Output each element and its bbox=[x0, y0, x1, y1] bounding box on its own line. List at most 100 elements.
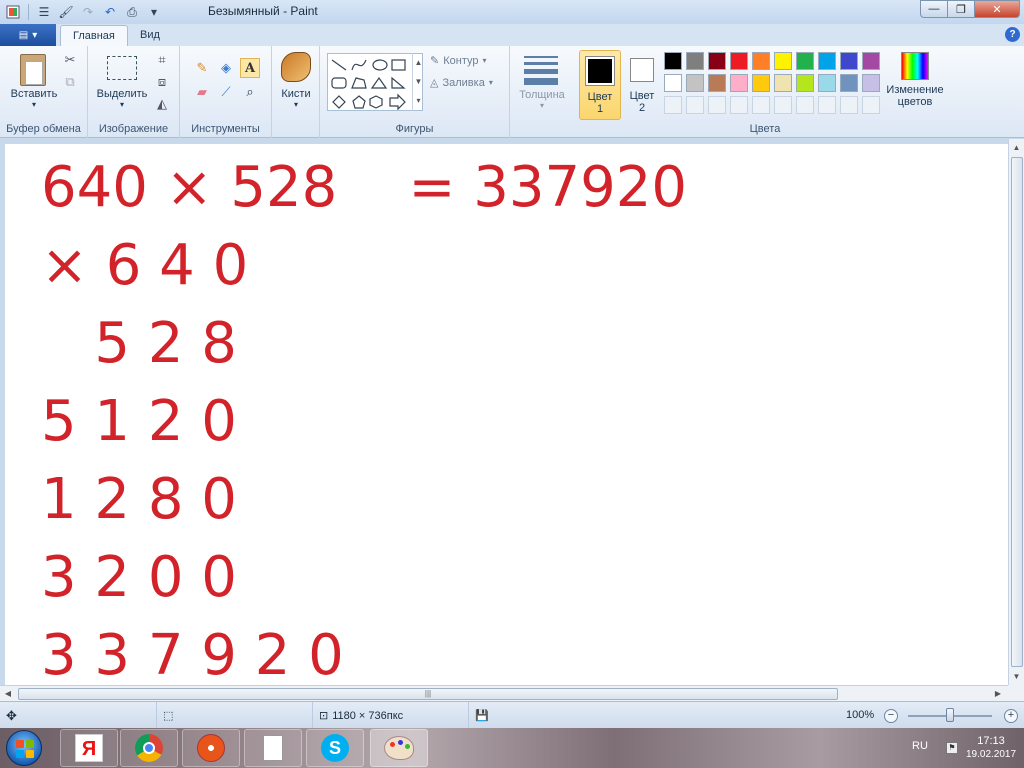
palette-swatch[interactable] bbox=[708, 52, 726, 70]
taskbar-media-player[interactable] bbox=[182, 729, 240, 767]
app-menu-button[interactable]: ▤ ▾ bbox=[0, 24, 56, 46]
canvas-text-line: 5 2 8 bbox=[41, 311, 237, 376]
palette-swatch[interactable] bbox=[840, 52, 858, 70]
scissors-icon[interactable]: ✂ bbox=[60, 50, 80, 70]
brush-dropdown-icon[interactable]: 🖌 bbox=[57, 3, 75, 21]
palette-swatch[interactable] bbox=[796, 74, 814, 92]
palette-swatch[interactable] bbox=[774, 52, 792, 70]
horizontal-scrollbar[interactable]: ◀ ||| ▶ bbox=[0, 685, 1008, 701]
zoom-in-button[interactable]: + bbox=[1004, 709, 1018, 723]
clock[interactable]: 17:13 19.02.2017 bbox=[966, 734, 1016, 762]
custom-color-slot[interactable] bbox=[686, 96, 704, 114]
minimize-button[interactable]: — bbox=[920, 0, 947, 18]
fill-dropdown[interactable]: ◬ Заливка ▾ bbox=[430, 76, 493, 90]
print-icon[interactable]: ⎙ bbox=[123, 3, 141, 21]
qat-customize-icon[interactable]: ▾ bbox=[145, 3, 163, 21]
crop-icon[interactable]: ⌗ bbox=[152, 50, 172, 70]
scroll-left-icon[interactable]: ◀ bbox=[0, 686, 16, 702]
vertical-scrollbar[interactable]: ▲ ▼ bbox=[1008, 139, 1024, 685]
chevron-down-icon: ▾ bbox=[31, 100, 36, 109]
pencil-icon[interactable]: ✎ bbox=[192, 58, 212, 78]
custom-color-slot[interactable] bbox=[840, 96, 858, 114]
horizontal-scroll-thumb[interactable]: ||| bbox=[18, 688, 838, 700]
scroll-up-icon[interactable]: ▲ bbox=[1009, 139, 1024, 156]
tab-home[interactable]: Главная bbox=[60, 25, 128, 46]
palette-swatch[interactable] bbox=[862, 74, 880, 92]
close-button[interactable]: ✕ bbox=[974, 0, 1020, 18]
taskbar-paint[interactable] bbox=[370, 729, 428, 767]
palette-swatch[interactable] bbox=[840, 74, 858, 92]
vertical-scroll-thumb[interactable] bbox=[1011, 157, 1023, 667]
color1-button[interactable]: Цвет 1 bbox=[579, 50, 621, 120]
undo-icon[interactable]: ↶ bbox=[101, 3, 119, 21]
action-center-flag-icon[interactable]: ⚑ bbox=[946, 742, 958, 754]
canvas-text-line: 1 2 8 0 bbox=[41, 467, 237, 532]
size-button[interactable] bbox=[524, 56, 558, 89]
custom-color-slot[interactable] bbox=[774, 96, 792, 114]
language-indicator[interactable]: RU bbox=[912, 740, 928, 752]
maximize-button[interactable]: ❐ bbox=[947, 0, 974, 18]
zoom-slider-thumb[interactable] bbox=[946, 708, 954, 722]
palette-swatch[interactable] bbox=[686, 52, 704, 70]
taskbar-chrome[interactable] bbox=[120, 729, 178, 767]
custom-color-slot[interactable] bbox=[708, 96, 726, 114]
chevron-down-icon: ▾ bbox=[539, 101, 544, 110]
edit-colors-button[interactable]: Изменение цветов bbox=[882, 52, 948, 108]
help-icon[interactable]: ? bbox=[1005, 27, 1020, 42]
paste-button[interactable]: Вставить ▾ bbox=[6, 88, 62, 109]
palette-swatch[interactable] bbox=[708, 74, 726, 92]
resize-icon[interactable]: ⧈ bbox=[152, 72, 172, 92]
fill-bucket-icon[interactable]: ◈ bbox=[216, 58, 236, 78]
eraser-icon[interactable]: ▰ bbox=[192, 82, 212, 102]
text-tool-icon[interactable]: A bbox=[240, 58, 260, 78]
custom-color-slot[interactable] bbox=[796, 96, 814, 114]
start-button[interactable] bbox=[6, 730, 42, 766]
palette-swatch[interactable] bbox=[730, 74, 748, 92]
select-button[interactable]: Выделить ▾ bbox=[90, 88, 154, 109]
palette-swatch[interactable] bbox=[686, 74, 704, 92]
system-tray: RU ⚑ 17:13 19.02.2017 bbox=[874, 728, 1024, 768]
scroll-down-icon[interactable]: ▼ bbox=[1009, 668, 1024, 685]
color2-button[interactable]: Цвет 2 bbox=[623, 50, 661, 120]
save-disk-icon: 💾 bbox=[475, 710, 489, 722]
canvas-text-line: 640 × 528 = 337920 bbox=[41, 155, 687, 220]
quick-access-toolbar: ☰ 🖌 ↷ ↶ ⎙ ▾ bbox=[0, 0, 163, 24]
taskbar-document[interactable] bbox=[244, 729, 302, 767]
shapes-gallery[interactable] bbox=[327, 53, 423, 111]
drawing-canvas[interactable]: 640 × 528 = 337920 × 6 4 0 5 2 8 5 1 2 0… bbox=[5, 144, 1008, 685]
taskbar-yandex[interactable]: Я bbox=[60, 729, 118, 767]
custom-color-slot[interactable] bbox=[730, 96, 748, 114]
tab-view[interactable]: Вид bbox=[128, 25, 172, 46]
size-label: Толщина bbox=[519, 89, 565, 101]
redo-icon[interactable]: ↷ bbox=[79, 3, 97, 21]
rotate-icon[interactable]: ◭ bbox=[152, 94, 172, 114]
shapes-scroll[interactable]: ▲ ▼ ▾ bbox=[412, 53, 424, 111]
palette-swatch[interactable] bbox=[752, 74, 770, 92]
palette-swatch[interactable] bbox=[664, 52, 682, 70]
yandex-icon: Я bbox=[75, 734, 103, 762]
color1-label-wrap: Цвет 1 bbox=[580, 91, 620, 115]
copy-icon[interactable]: ⧉ bbox=[60, 72, 80, 92]
menu-lines-icon[interactable]: ☰ bbox=[35, 3, 53, 21]
palette-swatch[interactable] bbox=[752, 52, 770, 70]
palette-swatch[interactable] bbox=[818, 74, 836, 92]
custom-color-slot[interactable] bbox=[818, 96, 836, 114]
color-picker-icon[interactable]: ⟋ bbox=[216, 82, 236, 102]
palette-swatch[interactable] bbox=[796, 52, 814, 70]
palette-swatch[interactable] bbox=[818, 52, 836, 70]
palette-swatch[interactable] bbox=[730, 52, 748, 70]
custom-color-slot[interactable] bbox=[752, 96, 770, 114]
brushes-button[interactable]: Кисти ▾ bbox=[274, 52, 318, 109]
palette-swatch[interactable] bbox=[862, 52, 880, 70]
palette-swatch[interactable] bbox=[664, 74, 682, 92]
selection-size: ⬚ bbox=[156, 702, 173, 729]
custom-color-slot[interactable] bbox=[664, 96, 682, 114]
custom-color-slot[interactable] bbox=[862, 96, 880, 114]
outline-dropdown[interactable]: ✎ Контур ▾ bbox=[430, 54, 487, 68]
zoom-out-button[interactable]: − bbox=[884, 709, 898, 723]
scroll-right-icon[interactable]: ▶ bbox=[990, 686, 1006, 702]
taskbar-skype[interactable]: S bbox=[306, 729, 364, 767]
palette-swatch[interactable] bbox=[774, 74, 792, 92]
magnifier-icon[interactable]: ⌕ bbox=[240, 82, 260, 102]
paint-app-icon[interactable] bbox=[4, 3, 22, 21]
